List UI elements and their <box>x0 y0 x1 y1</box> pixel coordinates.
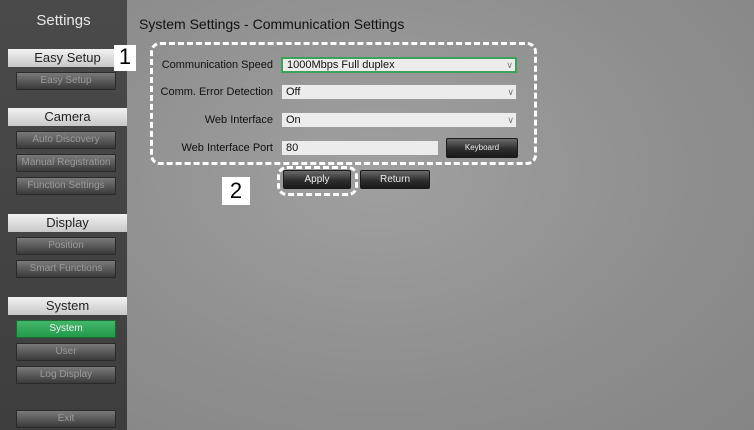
log-display-button[interactable]: Log Display <box>16 366 116 384</box>
auto-discovery-button[interactable]: Auto Discovery <box>16 131 116 149</box>
smart-functions-button[interactable]: Smart Functions <box>16 260 116 278</box>
section-header-easy-setup: Easy Setup <box>8 49 127 67</box>
main-panel: System Settings - Communication Settings… <box>127 0 754 430</box>
section-header-display: Display <box>8 214 127 232</box>
section-header-system: System <box>8 297 127 315</box>
function-settings-button[interactable]: Function Settings <box>16 177 116 195</box>
callout-box-2 <box>277 166 358 196</box>
section-header-camera: Camera <box>8 108 127 126</box>
callout-box-1 <box>150 42 537 165</box>
user-button[interactable]: User <box>16 343 116 361</box>
return-button[interactable]: Return <box>360 170 430 189</box>
callout-number-2: 2 <box>222 177 250 205</box>
sidebar: Settings Easy Setup Easy Setup Camera Au… <box>0 0 127 430</box>
manual-registration-button[interactable]: Manual Registration <box>16 154 116 172</box>
position-button[interactable]: Position <box>16 237 116 255</box>
system-button[interactable]: System <box>16 320 116 338</box>
easy-setup-button[interactable]: Easy Setup <box>16 72 116 90</box>
exit-button[interactable]: Exit <box>16 410 116 428</box>
callout-number-1: 1 <box>114 45 136 71</box>
page-title: System Settings - Communication Settings <box>139 16 405 32</box>
sidebar-title: Settings <box>36 12 91 29</box>
